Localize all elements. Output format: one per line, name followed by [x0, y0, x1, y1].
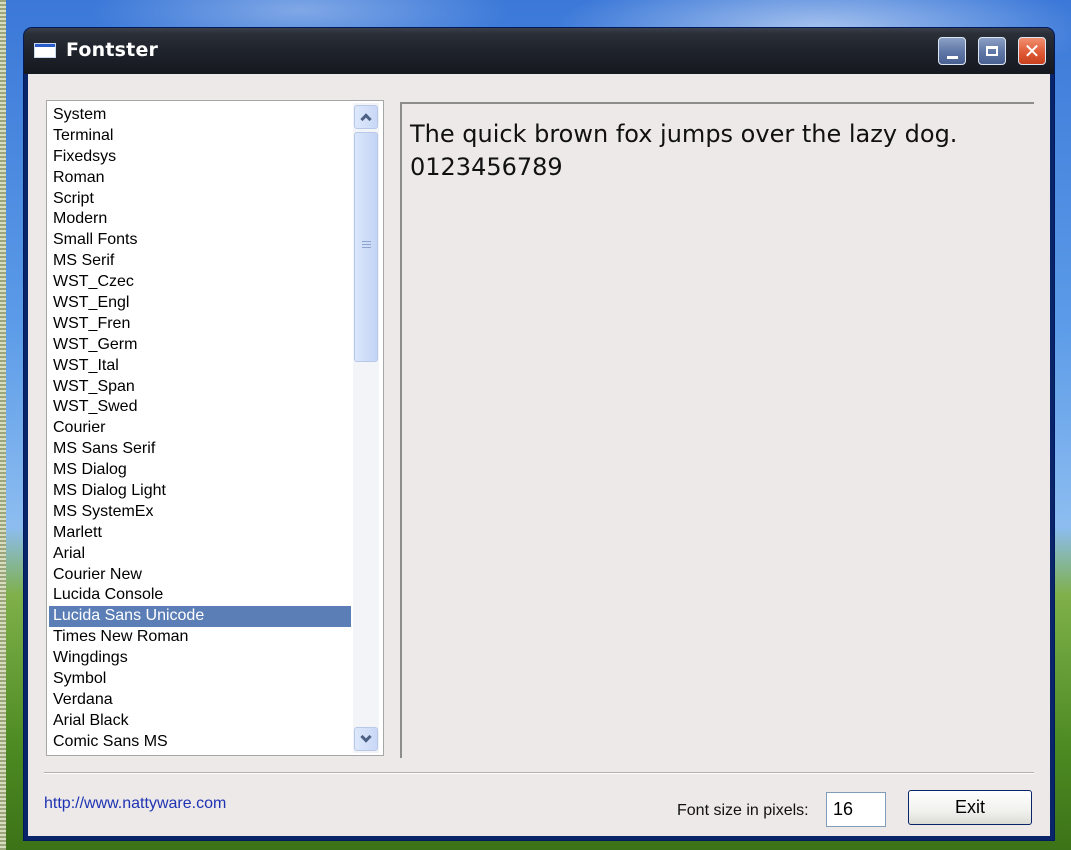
list-item[interactable]: Fixedsys: [49, 147, 351, 168]
list-item[interactable]: Times New Roman: [49, 627, 351, 648]
font-list[interactable]: System Terminal Fixedsys Roman Script Modern S…: [49, 105, 351, 753]
scroll-down-button[interactable]: [354, 727, 378, 751]
title-bar[interactable]: Fontster ✕: [24, 28, 1054, 74]
chevron-down-icon: [360, 731, 372, 743]
list-item[interactable]: Verdana: [49, 690, 351, 711]
list-item[interactable]: Roman: [49, 168, 351, 189]
list-item[interactable]: Symbol: [49, 669, 351, 690]
list-item[interactable]: Courier: [49, 418, 351, 439]
scroll-up-button[interactable]: [354, 105, 378, 129]
app-window: Fontster ✕ System Terminal Fixedsys Roman Sc…: [24, 28, 1054, 840]
list-item[interactable]: WST_Span: [49, 377, 351, 398]
list-item[interactable]: Comic Sans MS: [49, 732, 351, 753]
list-item[interactable]: Lucida Console: [49, 585, 351, 606]
exit-button[interactable]: Exit: [908, 790, 1032, 825]
list-item[interactable]: Arial Black: [49, 711, 351, 732]
list-item[interactable]: Wingdings: [49, 648, 351, 669]
list-item[interactable]: MS Dialog: [49, 460, 351, 481]
grip-icon: [362, 241, 371, 248]
preview-line-1: The quick brown fox jumps over the lazy …: [410, 120, 958, 148]
list-item[interactable]: Script: [49, 189, 351, 210]
list-item[interactable]: WST_Engl: [49, 293, 351, 314]
list-item[interactable]: WST_Czec: [49, 272, 351, 293]
preview-text: The quick brown fox jumps over the lazy …: [410, 118, 957, 184]
list-item[interactable]: Arial: [49, 544, 351, 565]
list-item[interactable]: WST_Fren: [49, 314, 351, 335]
list-item[interactable]: Courier New: [49, 565, 351, 586]
website-link[interactable]: http://www.nattyware.com: [44, 795, 226, 813]
list-item[interactable]: Lucida Sans Unicode: [49, 606, 351, 628]
list-item[interactable]: Modern: [49, 209, 351, 230]
window-title: Fontster: [66, 39, 159, 61]
list-item[interactable]: MS Serif: [49, 251, 351, 272]
client-area: System Terminal Fixedsys Roman Script Modern S…: [28, 74, 1050, 836]
minimize-icon: [946, 55, 958, 59]
preview-line-2: 0123456789: [410, 153, 563, 181]
maximize-button[interactable]: [978, 37, 1006, 65]
vertical-scrollbar[interactable]: [353, 103, 379, 753]
list-item[interactable]: Terminal: [49, 126, 351, 147]
list-item[interactable]: MS Sans Serif: [49, 439, 351, 460]
footer-divider: [44, 772, 1034, 774]
list-item[interactable]: Marlett: [49, 523, 351, 544]
close-icon: ✕: [1023, 39, 1041, 63]
minimize-button[interactable]: [938, 37, 966, 65]
font-listbox[interactable]: System Terminal Fixedsys Roman Script Modern S…: [46, 100, 384, 756]
list-item[interactable]: WST_Ital: [49, 356, 351, 377]
list-item[interactable]: Small Fonts: [49, 230, 351, 251]
close-button[interactable]: ✕: [1018, 37, 1046, 65]
list-item[interactable]: System: [49, 105, 351, 126]
desktop-edge: [0, 0, 6, 850]
maximize-icon: [986, 46, 998, 56]
list-item[interactable]: WST_Swed: [49, 397, 351, 418]
scroll-thumb[interactable]: [354, 132, 378, 362]
list-item[interactable]: WST_Germ: [49, 335, 351, 356]
list-item[interactable]: MS Dialog Light: [49, 481, 351, 502]
list-item[interactable]: MS SystemEx: [49, 502, 351, 523]
font-preview-pane: The quick brown fox jumps over the lazy …: [400, 102, 1034, 758]
chevron-up-icon: [360, 113, 372, 125]
font-size-input[interactable]: [826, 792, 886, 827]
window-app-icon[interactable]: [34, 43, 56, 58]
font-size-label: Font size in pixels:: [677, 802, 809, 819]
